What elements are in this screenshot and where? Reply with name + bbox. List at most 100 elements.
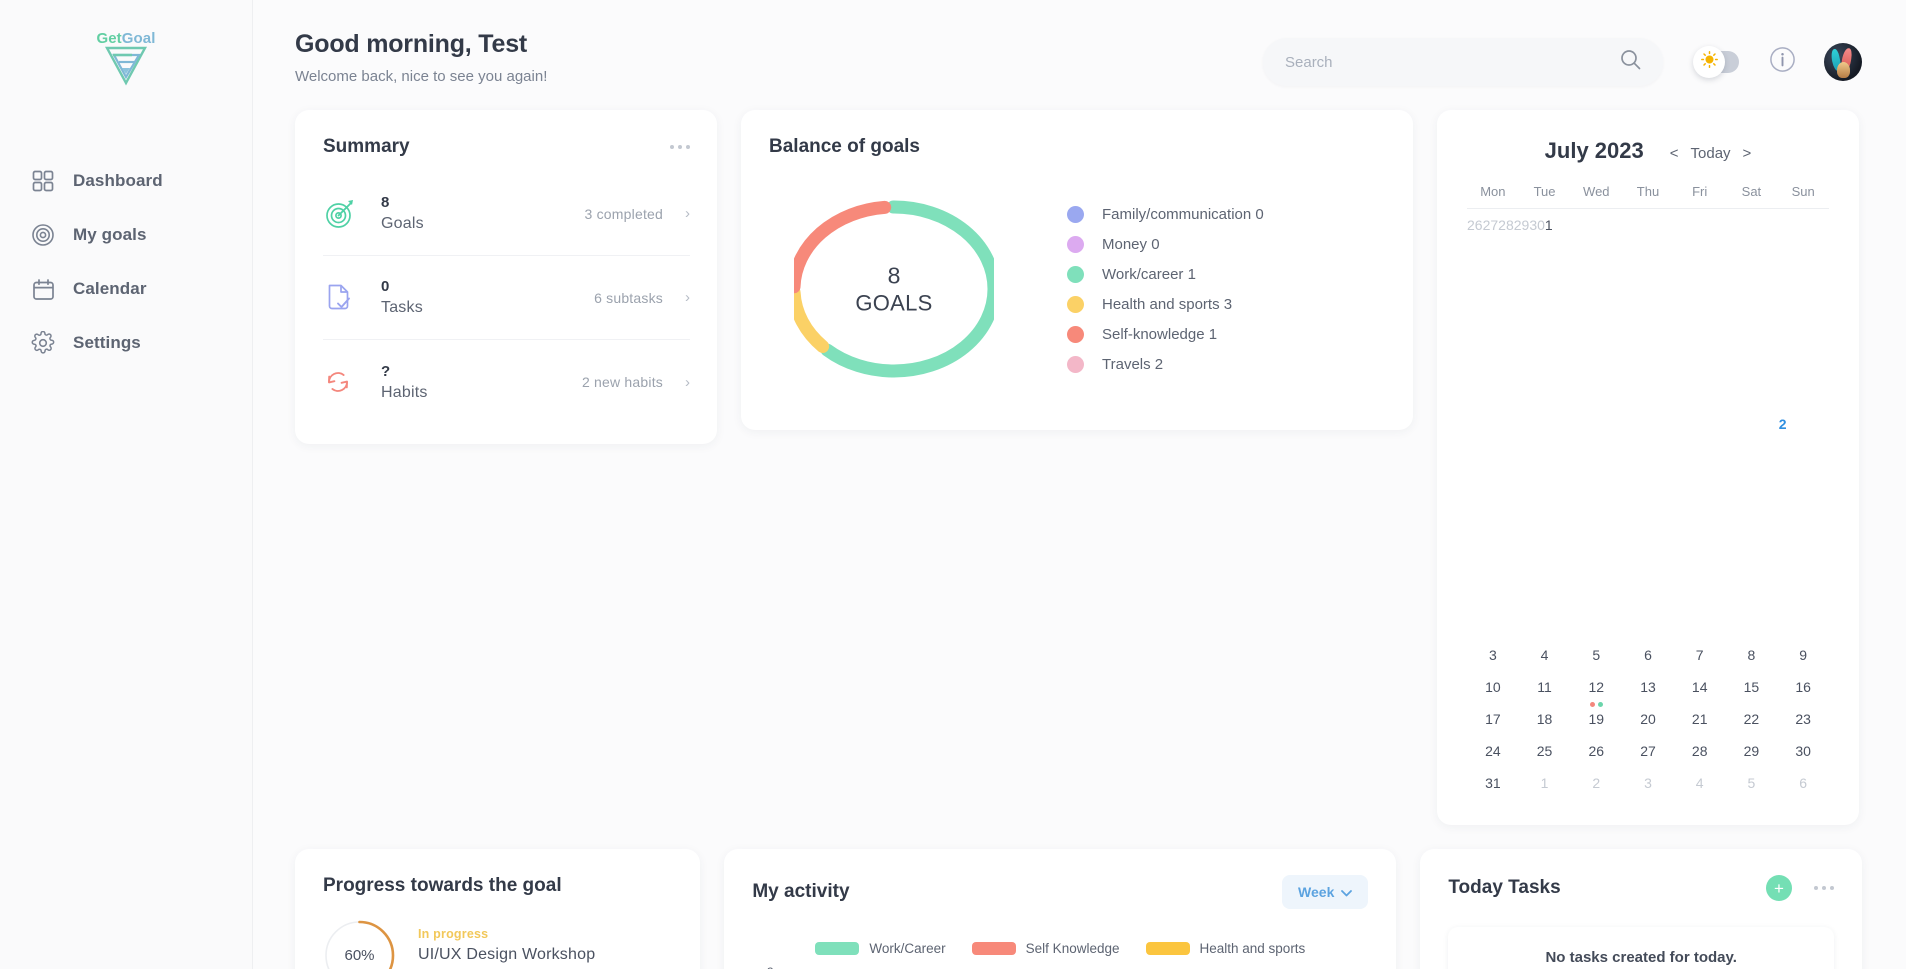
sidebar-item-settings[interactable]: Settings bbox=[24, 316, 252, 370]
sidebar-item-my-goals[interactable]: My goals bbox=[24, 208, 252, 262]
calendar-day[interactable]: 3 bbox=[1467, 639, 1519, 671]
summary-row-tasks[interactable]: 0 Tasks 6 subtasks › bbox=[323, 256, 690, 340]
calendar-nav: < Today > bbox=[1670, 145, 1752, 162]
calendar-day[interactable]: 5 bbox=[1570, 639, 1622, 671]
legend-item[interactable]: Work/career 1 bbox=[1067, 259, 1264, 289]
calendar-day[interactable]: 26 bbox=[1570, 735, 1622, 767]
calendar-day[interactable]: 13 bbox=[1622, 671, 1674, 703]
progress-item[interactable]: 60%In progressUI/UX Design Workshop8 of … bbox=[323, 919, 672, 969]
app-logo[interactable]: GetGoal bbox=[0, 30, 252, 92]
legend-swatch bbox=[815, 942, 860, 955]
legend-item[interactable]: Health and sports 3 bbox=[1067, 289, 1264, 319]
info-icon[interactable] bbox=[1769, 46, 1796, 78]
calendar-day[interactable]: 25 bbox=[1519, 735, 1571, 767]
calendar-day[interactable]: 17 bbox=[1467, 703, 1519, 735]
legend-item[interactable]: Self Knowledge bbox=[971, 941, 1120, 956]
calendar-day[interactable]: 30 bbox=[1529, 209, 1545, 241]
calendar-day[interactable]: 19 bbox=[1570, 703, 1622, 735]
calendar-grid: Mon Tue Wed Thu Fri Sat Sun 26 27 28 29 30 1 2… bbox=[1467, 184, 1829, 799]
calendar-day[interactable]: 8 bbox=[1726, 639, 1778, 671]
calendar-day[interactable]: 21 bbox=[1674, 703, 1726, 735]
legend-label: Self Knowledge bbox=[1025, 941, 1120, 956]
calendar-day[interactable]: 24 bbox=[1467, 735, 1519, 767]
sidebar-item-dashboard[interactable]: Dashboard bbox=[24, 154, 252, 208]
calendar-day[interactable]: 15 bbox=[1726, 671, 1778, 703]
calendar-day[interactable]: 2 bbox=[1570, 767, 1622, 799]
calendar-day[interactable]: 20 bbox=[1622, 703, 1674, 735]
main-content: Good morning, Test Welcome back, nice to… bbox=[253, 0, 1906, 969]
calendar-day[interactable]: 28 bbox=[1498, 209, 1514, 241]
calendar-day[interactable]: 10 bbox=[1467, 671, 1519, 703]
summary-row-goals[interactable]: 8 Goals 3 completed › bbox=[323, 172, 690, 256]
calendar-day[interactable]: 2 bbox=[1553, 209, 1906, 639]
logo-triangle-icon bbox=[102, 43, 150, 92]
legend-item[interactable]: Travels 2 bbox=[1067, 349, 1264, 379]
summary-more-button[interactable] bbox=[670, 145, 690, 149]
summary-count: 0 bbox=[381, 278, 390, 295]
progress-goal-name: UI/UX Design Workshop bbox=[418, 946, 596, 963]
page-subtitle: Welcome back, nice to see you again! bbox=[295, 68, 548, 85]
calendar-next-button[interactable]: > bbox=[1743, 145, 1752, 162]
summary-label: Goals bbox=[381, 215, 424, 232]
calendar-day-number: 7 bbox=[1695, 647, 1704, 663]
chevron-right-icon[interactable]: › bbox=[685, 205, 690, 222]
summary-count: 8 bbox=[381, 194, 390, 211]
calendar-day[interactable]: 9 bbox=[1777, 639, 1829, 671]
legend-label: Money 0 bbox=[1102, 235, 1160, 253]
calendar-day[interactable]: 27 bbox=[1622, 735, 1674, 767]
add-task-button[interactable]: + bbox=[1766, 875, 1792, 901]
today-tasks-more-button[interactable] bbox=[1814, 886, 1834, 890]
center-column: My activity Week Work/Career Self Knowle… bbox=[724, 849, 1397, 969]
chevron-right-icon[interactable]: › bbox=[685, 289, 690, 306]
calendar-day[interactable]: 3 bbox=[1622, 767, 1674, 799]
calendar-day[interactable]: 29 bbox=[1726, 735, 1778, 767]
calendar-today-button[interactable]: Today bbox=[1691, 145, 1731, 162]
calendar-day-number: 24 bbox=[1485, 743, 1501, 759]
calendar-day[interactable]: 4 bbox=[1674, 767, 1726, 799]
calendar-day[interactable]: 28 bbox=[1674, 735, 1726, 767]
activity-card: My activity Week Work/Career Self Knowle… bbox=[724, 849, 1397, 969]
calendar-day-number: 27 bbox=[1640, 743, 1656, 759]
dashboard-grid: Summary 8 Goals 3 completed › 0 Tasks 6 … bbox=[253, 110, 1906, 969]
calendar-day[interactable]: 1 bbox=[1519, 767, 1571, 799]
sidebar-item-label: My goals bbox=[73, 225, 147, 244]
calendar-day[interactable]: 18 bbox=[1519, 703, 1571, 735]
calendar-day[interactable]: 29 bbox=[1514, 209, 1530, 241]
calendar-day[interactable]: 12 bbox=[1570, 671, 1622, 707]
search-input[interactable] bbox=[1285, 53, 1620, 71]
chevron-right-icon[interactable]: › bbox=[685, 374, 690, 391]
calendar-day[interactable]: 16 bbox=[1777, 671, 1829, 703]
theme-toggle[interactable] bbox=[1693, 46, 1739, 78]
calendar-day[interactable]: 23 bbox=[1777, 703, 1829, 735]
calendar-day[interactable]: 30 bbox=[1777, 735, 1829, 767]
calendar-day[interactable]: 5 bbox=[1726, 767, 1778, 799]
calendar-day[interactable]: 31 bbox=[1467, 767, 1519, 799]
calendar-day[interactable]: 14 bbox=[1674, 671, 1726, 703]
calendar-day[interactable]: 26 bbox=[1467, 209, 1483, 241]
legend-item[interactable]: Health and sports bbox=[1145, 941, 1305, 956]
search-box[interactable] bbox=[1263, 38, 1663, 86]
legend-item[interactable]: Family/communication 0 bbox=[1067, 199, 1264, 229]
avatar[interactable] bbox=[1824, 43, 1862, 81]
calendar-day[interactable]: 22 bbox=[1726, 703, 1778, 735]
today-tasks-header: Today Tasks + bbox=[1448, 875, 1834, 901]
calendar-day-number: 4 bbox=[1695, 775, 1704, 791]
activity-range-selector[interactable]: Week bbox=[1282, 875, 1369, 909]
legend-item[interactable]: Work/Career bbox=[815, 941, 946, 956]
calendar-day[interactable]: 1 bbox=[1545, 209, 1553, 241]
calendar-day[interactable]: 11 bbox=[1519, 671, 1571, 703]
legend-item[interactable]: Self-knowledge 1 bbox=[1067, 319, 1264, 349]
calendar-week-row: 10 11 12 13 14 15 16 bbox=[1467, 671, 1829, 707]
search-icon[interactable] bbox=[1620, 49, 1641, 75]
calendar-day[interactable]: 7 bbox=[1674, 639, 1726, 671]
sidebar-item-calendar[interactable]: Calendar bbox=[24, 262, 252, 316]
calendar-day[interactable]: 4 bbox=[1519, 639, 1571, 671]
calendar-prev-button[interactable]: < bbox=[1670, 145, 1679, 162]
calendar-day[interactable]: 6 bbox=[1622, 639, 1674, 671]
calendar-day[interactable]: 6 bbox=[1777, 767, 1829, 799]
legend-item[interactable]: Money 0 bbox=[1067, 229, 1264, 259]
legend-swatch bbox=[1145, 942, 1190, 955]
calendar-day[interactable]: 27 bbox=[1483, 209, 1499, 241]
legend-label: Self-knowledge 1 bbox=[1102, 325, 1218, 343]
summary-row-habits[interactable]: ? Habits 2 new habits › bbox=[323, 340, 690, 424]
